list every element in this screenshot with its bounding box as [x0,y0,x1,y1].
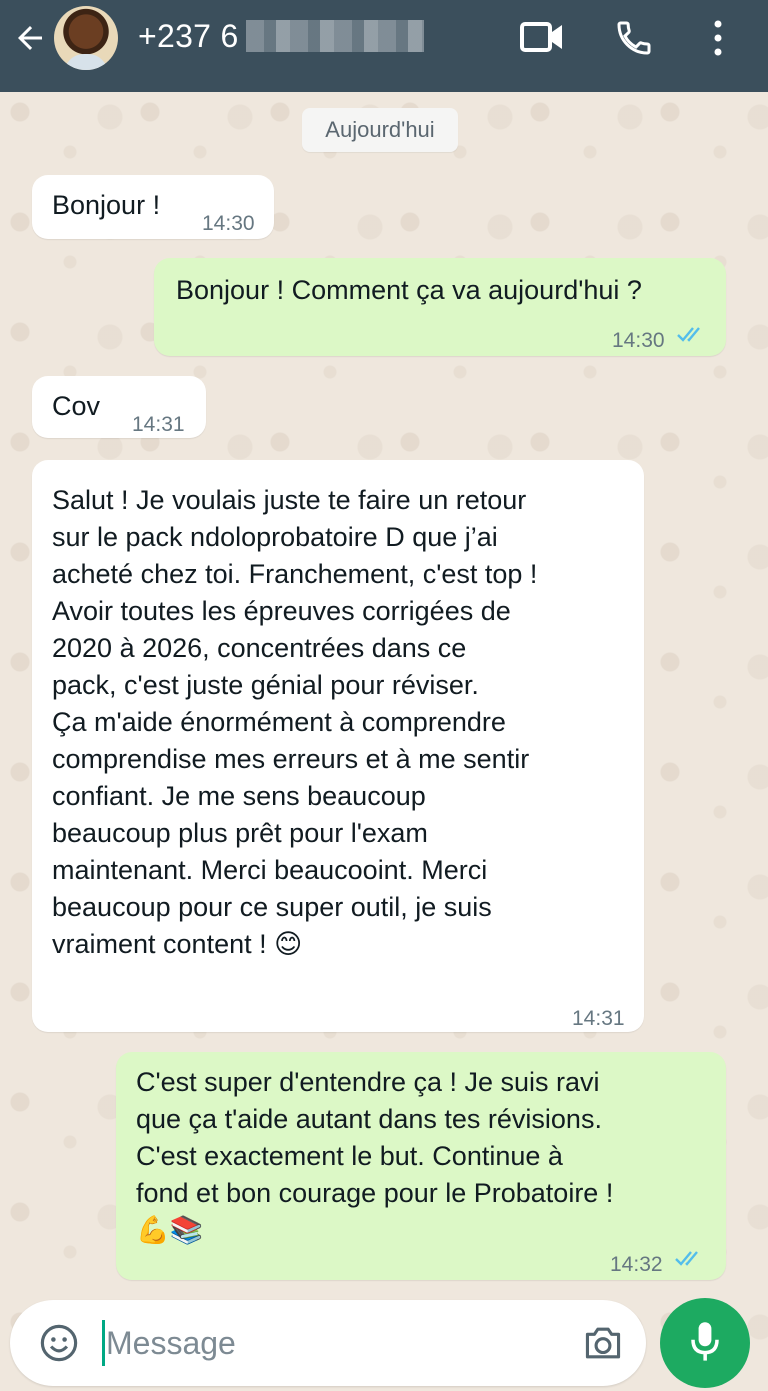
message-composer [10,1300,646,1386]
message-input[interactable] [106,1318,546,1368]
emoji-icon[interactable] [38,1322,80,1364]
microphone-icon [691,1322,719,1361]
chat-header: +237 6 [0,0,768,92]
message-text: Cov [52,391,101,421]
read-receipt-icon [677,327,700,342]
redacted-number-blur [246,20,424,52]
date-separator: Aujourd'hui [302,108,458,152]
message-time: 14:31 [132,413,185,436]
phone-icon[interactable] [614,18,654,58]
contact-name[interactable]: +237 6 [138,18,239,55]
message-time: 14:30 [202,212,255,235]
outgoing-message[interactable]: Bonjour ! Comment ça va aujourd'hui ? 14… [154,258,726,356]
message-text: Bonjour ! Comment ça va aujourd'hui ? [176,275,642,305]
message-text: Bonjour ! [52,190,161,220]
message-text: Salut ! Je voulais juste te faire un ret… [52,485,538,959]
outgoing-message[interactable]: C'est super d'entendre ça ! Je suis ravi… [116,1052,726,1280]
message-time: 14:31 [572,1007,625,1030]
back-arrow-icon[interactable] [12,20,48,56]
incoming-message[interactable]: Salut ! Je voulais juste te faire un ret… [32,460,644,1032]
message-time: 14:32 [610,1253,663,1276]
message-time: 14:30 [612,329,665,352]
camera-icon[interactable] [582,1324,624,1362]
avatar[interactable] [54,6,118,70]
incoming-message[interactable]: Bonjour ! 14:30 [32,175,274,239]
read-receipt-icon [675,1251,698,1266]
text-cursor [102,1320,105,1366]
incoming-message[interactable]: Cov 14:31 [32,376,206,438]
video-call-icon[interactable] [520,20,564,54]
message-text: C'est super d'entendre ça ! Je suis ravi… [136,1067,614,1245]
more-vertical-icon[interactable] [706,18,730,58]
mic-button[interactable] [660,1298,750,1388]
